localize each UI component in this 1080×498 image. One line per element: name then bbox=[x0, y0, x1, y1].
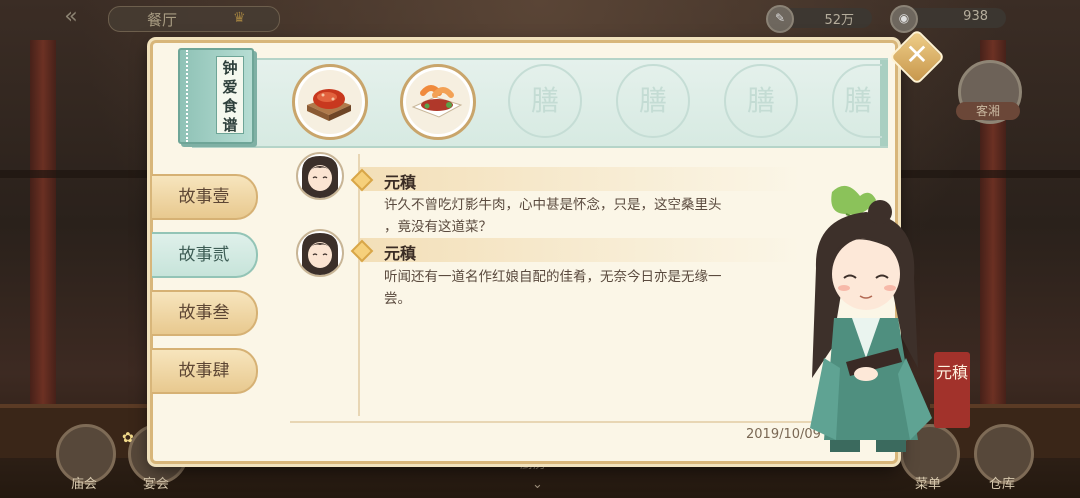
shrimp-dish-icon bbox=[411, 85, 463, 118]
divider bbox=[358, 154, 360, 416]
empty-dish-slot: 膳 bbox=[724, 64, 798, 138]
location-pill[interactable]: 餐厅 ♛ bbox=[108, 6, 280, 32]
close-icon[interactable]: ✕ bbox=[897, 37, 937, 73]
empty-dish-slot: 膳 bbox=[508, 64, 582, 138]
dialogue-line: 许久不曾吃灯影牛肉，心中甚是怀念，只是，这空桑里头 ，竟没有这道菜？ bbox=[384, 197, 722, 235]
top-bar: « 餐厅 ♛ ✎ 52万 ◉ 938 bbox=[0, 0, 1080, 34]
crown-icon: ♛ bbox=[233, 10, 246, 26]
recipe-book-title: 钟爱食谱 bbox=[216, 56, 244, 134]
speaker-name: 元稹 bbox=[384, 173, 417, 192]
currency-gems[interactable]: ◉ 938 bbox=[890, 5, 1006, 33]
coins-value: 52万 bbox=[824, 13, 854, 28]
location-label: 餐厅 bbox=[147, 11, 178, 29]
tab-story-4[interactable]: 故事肆 bbox=[152, 348, 258, 394]
tab-story-1[interactable]: 故事壹 bbox=[152, 174, 258, 220]
dish-red-matchmaker[interactable] bbox=[400, 64, 476, 140]
speaker-name: 元稹 bbox=[384, 244, 417, 263]
storage-label: 仓库 bbox=[988, 477, 1015, 492]
tab-story-2[interactable]: 故事贰 bbox=[152, 232, 258, 278]
tab-story-3[interactable]: 故事叁 bbox=[152, 290, 258, 336]
chevron-down-icon[interactable]: ⌄ bbox=[532, 477, 543, 492]
avatar bbox=[296, 152, 344, 200]
gems-value: 938 bbox=[963, 9, 988, 24]
dialogue-line: 听闻还有一道名作红娘自配的佳肴，无奈今日亦是无缘一 尝。 bbox=[384, 269, 722, 307]
empty-dish-slot: 膳 bbox=[616, 64, 690, 138]
speaker-bar bbox=[360, 167, 800, 191]
character-name-tag: 元稹 bbox=[934, 352, 970, 428]
avatar bbox=[296, 229, 344, 277]
divider bbox=[290, 421, 830, 423]
butterfly-icon: ✿ bbox=[122, 430, 134, 446]
coin-icon: ✎ bbox=[766, 5, 794, 33]
beef-dish-icon bbox=[307, 89, 351, 121]
back-arrow-icon[interactable]: « bbox=[56, 6, 86, 28]
guest-label: 客湘 bbox=[956, 102, 1020, 120]
menu-label: 菜单 bbox=[914, 477, 941, 492]
dish-lamp-shadow-beef[interactable] bbox=[292, 64, 368, 140]
temple-fair-label: 庙会 bbox=[70, 477, 97, 492]
gem-icon: ◉ bbox=[890, 5, 918, 33]
character-portrait bbox=[810, 185, 932, 452]
currency-coins[interactable]: ✎ 52万 bbox=[766, 5, 872, 33]
speaker-bar bbox=[360, 238, 800, 262]
banquet-label: 宴会 bbox=[142, 477, 169, 492]
